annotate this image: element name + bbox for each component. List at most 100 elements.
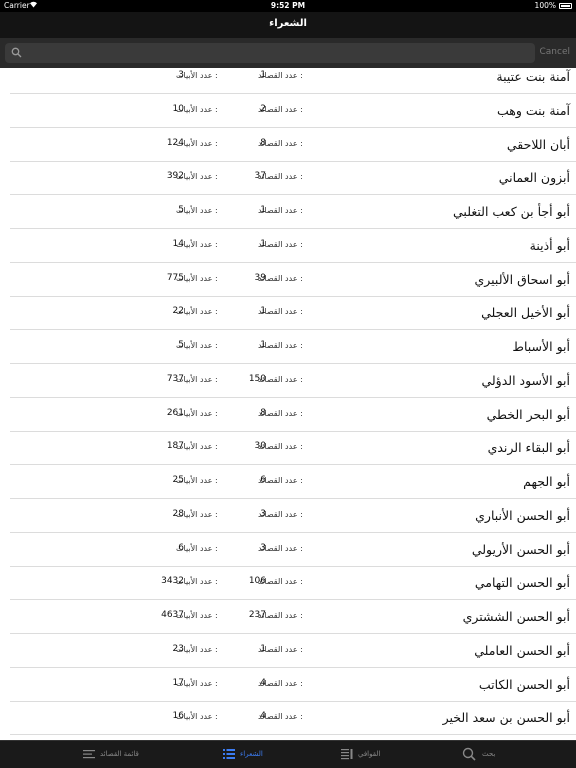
poet-name: أبو الحسن الأنباري: [475, 507, 570, 523]
poems-count: 8: [260, 407, 266, 418]
poet-row[interactable]: أبو الحسن التهامي عدد القصائد :106 عدد الأ…: [10, 566, 576, 601]
poems-count: 30: [254, 441, 266, 452]
tab-label: القوافي: [358, 750, 381, 758]
poet-name: أبو الجهم: [523, 474, 570, 489]
verses-count: 187: [166, 441, 184, 452]
poet-row[interactable]: آمنة بنت وهب عدد القصائد :2 عدد الأبيات :1…: [10, 94, 576, 128]
verses-count: 14: [172, 238, 184, 249]
poet-row[interactable]: أبو الجهم عدد القصائد :6 عدد الأبيات :25: [10, 465, 576, 499]
poet-name: أبو اسحاق الألبيري: [474, 271, 570, 287]
poet-row[interactable]: أبو الأخيل العجلي عدد القصائد :1 عدد الأبي…: [10, 296, 576, 331]
tab-poets[interactable]: الشعراء: [220, 741, 280, 768]
poet-row[interactable]: أبو أذينة عدد القصائد :1 عدد الأبيات :14: [10, 229, 576, 263]
poems-count: 1: [260, 70, 266, 80]
status-bar: Carrier 9:52 PM 100%: [0, 0, 576, 12]
poet-row[interactable]: أبو البحر الخطي عدد القصائد :8 عدد الأبيات…: [10, 398, 576, 432]
poet-name: أبو الأخيل العجلي: [481, 305, 570, 321]
poems-count: 39: [254, 272, 266, 283]
poet-name: أبان اللاحقي: [506, 136, 570, 152]
poet-name: أبو الحسن بن سعد الخير: [442, 710, 570, 726]
poems-count: 1: [260, 306, 266, 317]
verses-count: 5: [178, 340, 184, 350]
poems-count: 106: [248, 576, 266, 587]
poems-count: 1: [260, 643, 266, 654]
verses-count: 23: [172, 643, 184, 654]
poet-name: أبو الحسن الأريولي: [471, 541, 570, 557]
rhymes-icon: [340, 747, 354, 761]
poems-count: 4: [260, 677, 266, 688]
poet-name: أبو الأسباط: [512, 339, 570, 354]
poet-name: آمنة بنت وهب: [496, 102, 570, 118]
verses-count: 22: [172, 306, 184, 317]
poems-count: 237: [248, 610, 266, 620]
tab-bar: قائمة القصائد الشعراء القوافي بحث: [0, 740, 576, 768]
poems-count: 1: [260, 340, 266, 350]
verses-count: 17: [172, 677, 184, 688]
poet-row[interactable]: أبو الحسن الأريولي عدد القصائد :3 عدد الأب…: [10, 533, 576, 567]
poet-row[interactable]: أبو الحسن العاملي عدد القصائد :1 عدد الأبي…: [10, 634, 576, 668]
poet-name: أبو الحسن الكاتب: [478, 676, 570, 692]
list-icon: [82, 747, 96, 761]
verses-count: 25: [172, 475, 184, 485]
page-title: الشعراء: [269, 18, 307, 29]
poet-row[interactable]: أبو الحسن الششتري عدد القصائد :237 عدد الأ…: [10, 600, 576, 634]
poet-name: أبو أجأ بن كعب التغلبي: [453, 204, 570, 219]
verses-count: 5: [178, 205, 184, 215]
poet-name: أبو الأسود الدؤلي: [481, 372, 570, 388]
poet-name: أبو الحسن الششتري: [462, 609, 570, 624]
poet-row[interactable]: أبو الأسود الدؤلي عدد القصائد :150 عدد الأ…: [10, 364, 576, 398]
search-bar: Cancel: [0, 38, 576, 68]
verses-count: 775: [166, 272, 184, 283]
poet-row[interactable]: أبو الأسباط عدد القصائد :1 عدد الأبيات :5: [10, 330, 576, 364]
poet-name: أبو البحر الخطي: [486, 406, 570, 422]
poems-count: 3: [260, 508, 266, 519]
poets-list-icon: [222, 747, 236, 761]
tab-rhymes[interactable]: القوافي: [338, 741, 398, 768]
verses-count: 737: [166, 373, 184, 384]
poet-row[interactable]: أبو الحسن بن سعد الخير عدد القصائد :4 عدد …: [10, 701, 576, 736]
tab-poems-list[interactable]: قائمة القصائد: [80, 741, 170, 768]
poems-count: 1: [260, 238, 266, 249]
verses-count: 6: [178, 542, 184, 553]
verses-count: 3432: [161, 576, 184, 587]
poet-row[interactable]: أبو البقاء الرندي عدد القصائد :30 عدد الأب…: [10, 431, 576, 466]
poems-count: 2: [260, 103, 266, 114]
verses-count: 4637: [161, 610, 184, 620]
poems-count: 8: [260, 137, 266, 148]
nav-bar: الشعراء: [0, 12, 576, 38]
battery-percent: 100%: [534, 1, 556, 10]
tab-label: الشعراء: [240, 750, 263, 758]
search-input[interactable]: [5, 43, 535, 63]
search-icon: [462, 747, 476, 761]
poet-row[interactable]: أبان اللاحقي عدد القصائد :8 عدد الأبيات :1…: [10, 128, 576, 162]
poems-count: 4: [260, 711, 266, 722]
poems-count: 150: [248, 373, 266, 384]
poet-name: آمنة بنت عتيبة: [496, 69, 570, 84]
battery-icon: [559, 3, 572, 9]
search-icon: [11, 47, 22, 58]
poems-count: 37: [254, 171, 266, 182]
verses-count: 28: [172, 508, 184, 519]
poet-row[interactable]: آمنة بنت عتيبة عدد القصائد :1 عدد الأبيات …: [10, 68, 576, 94]
tab-label: قائمة القصائد: [100, 750, 139, 758]
poet-row[interactable]: أبو أجأ بن كعب التغلبي عدد القصائد :1 عدد …: [10, 195, 576, 229]
verses-count: 16: [172, 711, 184, 722]
poet-name: أبو أذينة: [529, 237, 570, 253]
poet-row[interactable]: أبو اسحاق الألبيري عدد القصائد :39 عدد الأ…: [10, 263, 576, 297]
poet-row[interactable]: أبو الحسن الأنباري عدد القصائد :3 عدد الأب…: [10, 499, 576, 533]
verses-count: 261: [166, 407, 184, 418]
poets-list: آمنة بنت عتيبة عدد القصائد :1 عدد الأبيات …: [0, 68, 576, 740]
poems-count: 3: [260, 542, 266, 553]
verses-count: 124: [166, 137, 184, 148]
poems-count: 1: [260, 205, 266, 215]
cancel-button[interactable]: Cancel: [540, 47, 571, 57]
tab-search[interactable]: بحث: [460, 741, 510, 768]
verses-count: 10: [172, 103, 184, 114]
tab-label: بحث: [482, 750, 496, 758]
poet-row[interactable]: أبزون العماني عدد القصائد :37 عدد الأبيات …: [10, 161, 576, 196]
verses-count: 392: [166, 171, 184, 182]
poems-count: 6: [260, 475, 266, 485]
verses-count: 3: [178, 70, 184, 80]
poet-row[interactable]: أبو الحسن الكاتب عدد القصائد :4 عدد الأبيا…: [10, 668, 576, 702]
poet-name: أبو الحسن التهامي: [474, 575, 570, 591]
